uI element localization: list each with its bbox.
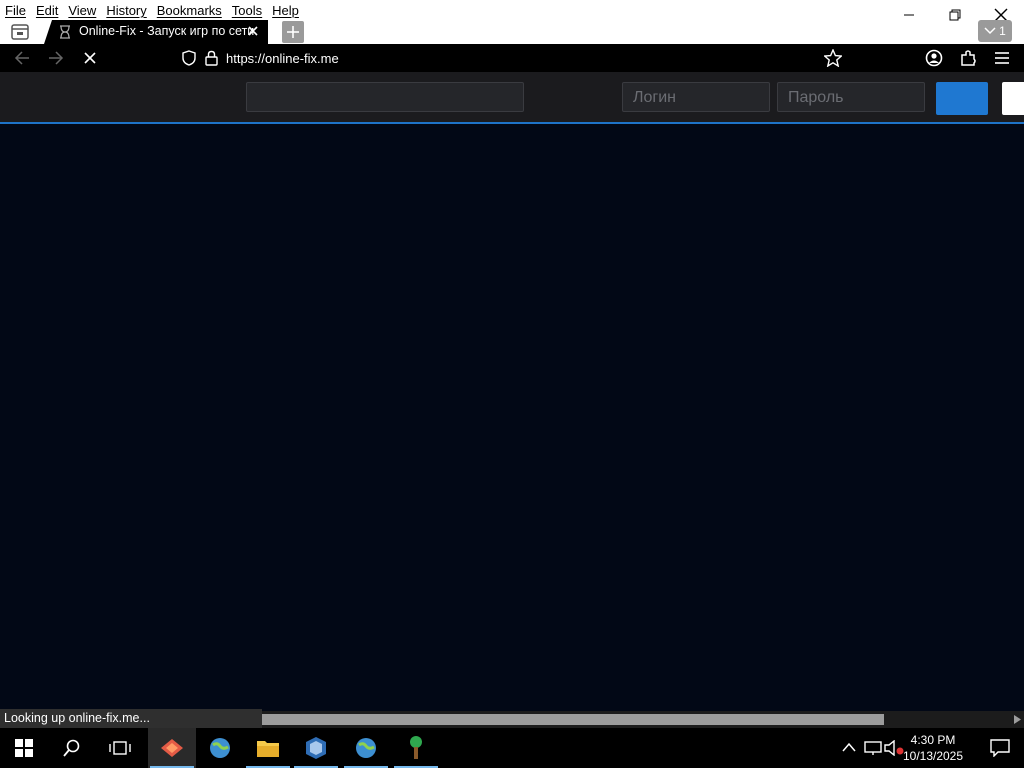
taskbar: 4:30 PM 10/13/2025 [0,728,1024,768]
status-bar: Looking up online-fix.me... [0,709,262,728]
clock-time: 4:30 PM [910,733,956,747]
tab-count: 1 [999,24,1006,38]
firefox-view-button[interactable] [6,20,34,44]
file-overview-icon [11,24,29,40]
menu-history[interactable]: History [101,0,151,20]
tree-icon [410,736,422,759]
menu-tools[interactable]: Tools [227,0,267,20]
menu-bookmarks[interactable]: Bookmarks [152,0,227,20]
hourglass-icon [60,25,70,39]
app-menu-button[interactable] [992,48,1012,68]
taskbar-virtualbox[interactable] [292,728,340,768]
taskbar-clock[interactable]: 4:30 PM 10/13/2025 [898,732,968,764]
windows-start-icon [15,739,33,757]
menu-bar: File Edit View History Bookmarks Tools H… [0,0,304,20]
hamburger-menu-icon [995,52,1009,64]
menu-help[interactable]: Help [267,0,304,20]
url-text: https://online-fix.me [226,51,339,66]
extensions-icon [961,50,976,66]
login-button[interactable] [936,82,988,115]
account-icon [925,49,943,67]
taskbar-browser-2[interactable] [342,728,390,768]
menu-view[interactable]: View [63,0,101,20]
register-button[interactable] [1002,82,1024,115]
notification-icon[interactable] [990,739,1010,757]
address-bar[interactable]: https://online-fix.me [172,45,852,71]
restore-button[interactable] [932,0,978,30]
lock-icon[interactable] [205,50,218,66]
globe-icon [210,738,230,758]
active-tab[interactable]: Online-Fix - Запуск игр по сети [44,20,268,44]
firefox-icon [161,739,183,757]
account-button[interactable] [924,48,944,68]
start-button[interactable] [0,728,48,768]
scrollbar-thumb[interactable] [262,714,884,725]
site-header: Логин Пароль [0,72,1024,124]
login-field[interactable]: Логин [622,82,770,112]
back-button[interactable] [12,48,32,68]
chevron-down-icon [984,27,996,35]
forward-arrow-icon [49,51,64,65]
plus-icon [287,26,299,38]
close-icon[interactable] [246,24,260,38]
search-button[interactable] [48,728,96,768]
chevron-up-icon[interactable] [842,742,856,752]
task-view-button[interactable] [96,728,144,768]
site-search-input[interactable] [246,82,524,112]
scroll-right-arrow-icon[interactable] [1012,714,1022,725]
restore-icon [949,9,961,21]
search-icon [63,739,80,757]
menu-edit[interactable]: Edit [31,0,63,20]
page-content [0,124,1024,712]
navigation-bar: https://online-fix.me [0,44,1024,72]
minimize-icon [904,14,914,16]
tab-title: Online-Fix - Запуск игр по сети [79,24,255,38]
virtualbox-icon [306,737,326,759]
minimize-button[interactable] [886,0,932,30]
password-field[interactable]: Пароль [777,82,925,112]
taskbar-app-tree[interactable] [392,728,440,768]
task-view-icon [109,741,131,755]
horizontal-scrollbar[interactable] [262,711,1024,728]
clock-date: 10/13/2025 [902,749,964,763]
network-icon[interactable] [864,740,882,756]
new-tab-button[interactable] [282,21,304,43]
browser-title-bar: File Edit View History Bookmarks Tools H… [0,0,1024,44]
globe-icon [356,738,376,758]
taskbar-file-explorer[interactable] [244,728,292,768]
forward-button[interactable] [46,48,66,68]
folder-icon [257,741,279,757]
shield-icon[interactable] [182,50,196,66]
tab-list-button[interactable]: 1 [978,20,1012,42]
star-icon[interactable] [824,49,842,67]
stop-icon [84,52,96,64]
back-arrow-icon [14,51,29,65]
taskbar-firefox[interactable] [148,728,196,768]
menu-file[interactable]: File [0,0,31,20]
extensions-button[interactable] [958,48,978,68]
stop-button[interactable] [80,48,100,68]
taskbar-browser[interactable] [196,728,244,768]
